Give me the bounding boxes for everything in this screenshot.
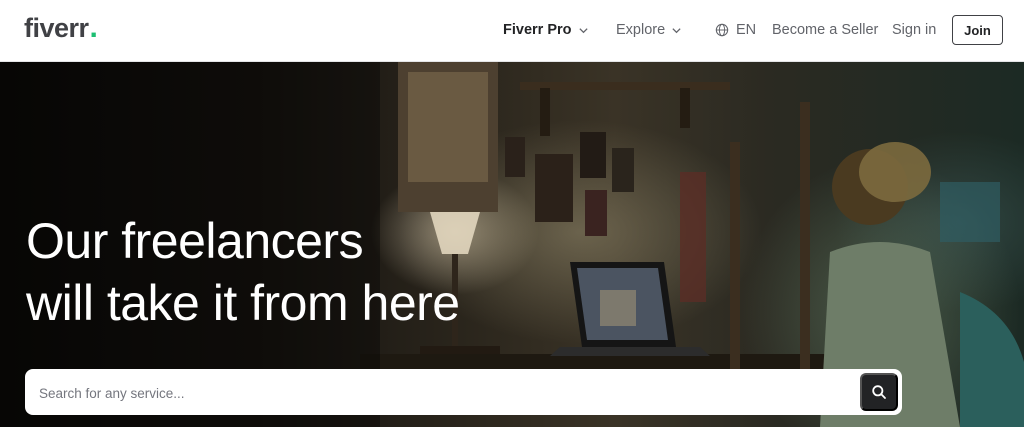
explore-label: Explore xyxy=(616,22,666,38)
hero-headline-line1: Our freelancers xyxy=(26,213,364,269)
language-selector[interactable]: EN xyxy=(715,0,756,60)
globe-icon xyxy=(715,23,729,37)
search-bar xyxy=(25,369,902,417)
explore-menu[interactable]: Explore xyxy=(616,0,682,60)
become-seller-link[interactable]: Become a Seller xyxy=(772,0,878,60)
hero-section: Our freelancers will take it from here xyxy=(0,62,1024,427)
logo-text: fiverr xyxy=(24,13,89,43)
search-input[interactable] xyxy=(37,369,851,417)
search-button[interactable] xyxy=(860,373,898,411)
fiverr-pro-label: Fiverr Pro xyxy=(503,22,572,38)
chevron-down-icon xyxy=(672,27,681,33)
join-button[interactable]: Join xyxy=(952,15,1003,45)
search-icon xyxy=(872,385,886,399)
fiverr-pro-menu[interactable]: Fiverr Pro xyxy=(503,0,589,60)
hero-headline-line2: will take it from here xyxy=(26,275,460,331)
hero-headline: Our freelancers will take it from here xyxy=(26,210,460,334)
language-label: EN xyxy=(736,22,757,38)
fiverr-logo[interactable]: fiverr. xyxy=(24,13,98,44)
top-navbar: fiverr. Fiverr Pro Explore EN Become a S… xyxy=(0,0,1024,62)
chevron-down-icon xyxy=(578,27,588,33)
sign-in-link[interactable]: Sign in xyxy=(892,0,936,60)
